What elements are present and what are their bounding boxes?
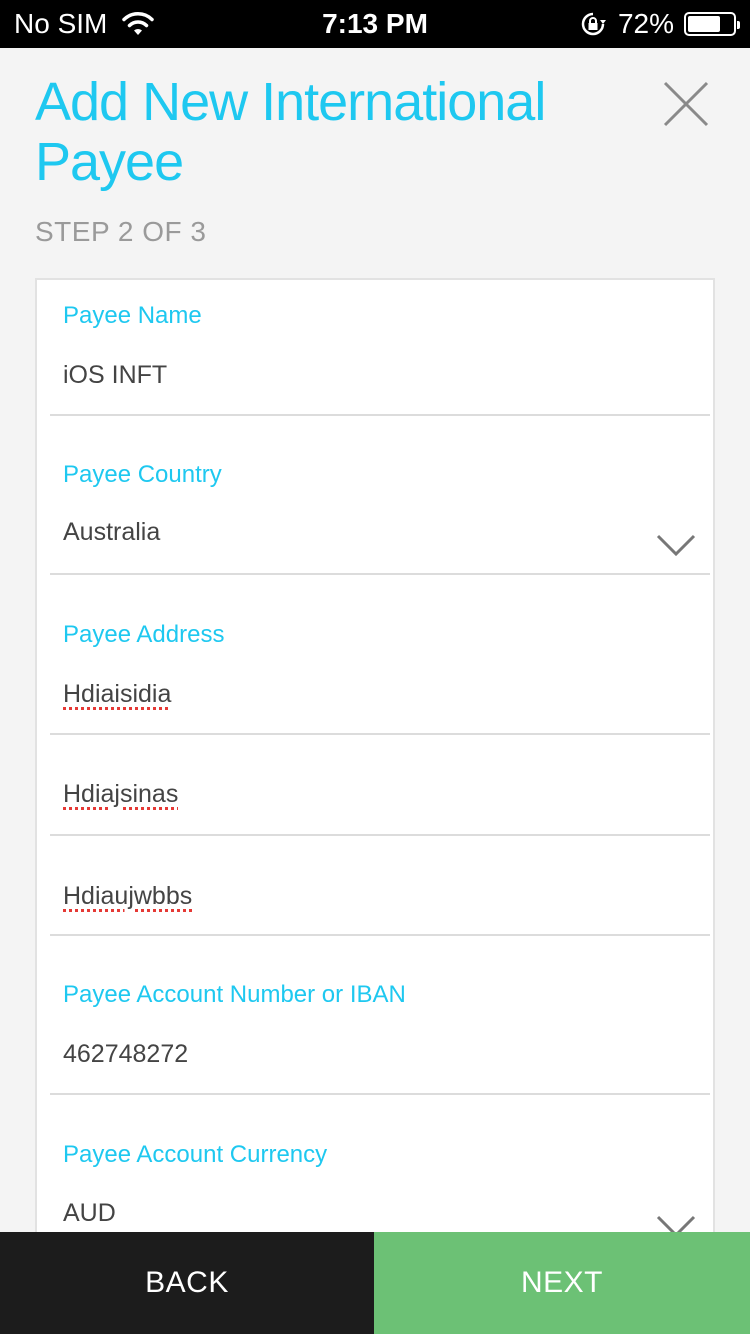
payee-address-line2-input[interactable]: Hdiajsinas [63, 780, 178, 809]
payee-name-input[interactable]: iOS INFT [63, 361, 167, 390]
payee-address-line1-field[interactable]: Payee Address Hdiaisidia [50, 578, 710, 738]
battery-fill [688, 16, 720, 32]
payee-account-currency-value[interactable]: AUD [63, 1199, 116, 1228]
payee-country-label: Payee Country [63, 461, 222, 488]
payee-name-label: Payee Name [63, 302, 202, 329]
divider [50, 834, 710, 836]
divider [50, 733, 710, 735]
payee-address-line1-input[interactable]: Hdiaisidia [63, 680, 171, 709]
divider [50, 414, 710, 416]
payee-account-currency-label: Payee Account Currency [63, 1141, 328, 1168]
address-line2-text: Hdiajsinas [63, 780, 179, 808]
status-right: 72% [580, 8, 740, 40]
payee-account-number-label: Payee Account Number or IBAN [63, 981, 406, 1008]
divider [50, 573, 710, 575]
payee-country-select[interactable]: Payee Country Australia [50, 418, 710, 578]
page-title: Add New International Payee [35, 72, 546, 192]
chevron-down-icon[interactable] [656, 534, 696, 556]
payee-address-label: Payee Address [63, 621, 225, 648]
close-icon[interactable] [662, 80, 710, 128]
next-button[interactable]: NEXT [374, 1232, 750, 1334]
rotation-lock-icon [581, 12, 606, 36]
battery-icon [684, 12, 740, 36]
divider [50, 1093, 710, 1095]
battery-percent: 72% [617, 8, 674, 39]
address-line1-text: Hdiaisidia [63, 680, 172, 708]
payee-form: Payee Name iOS INFT Payee Country Austra… [35, 278, 715, 1278]
status-bar: No SIM 7:13 PM 72% [0, 0, 750, 48]
address-line3-text: Hdiaujwbbs [63, 882, 193, 910]
step-indicator: STEP 2 OF 3 [35, 216, 207, 247]
payee-account-number-input[interactable]: 462748272 [63, 1040, 188, 1069]
payee-name-field[interactable]: Payee Name iOS INFT [50, 280, 710, 418]
payee-address-line2-field[interactable]: Hdiajsinas [50, 738, 710, 838]
back-button[interactable]: BACK [0, 1232, 374, 1334]
payee-address-line3-input[interactable]: Hdiaujwbbs [63, 882, 192, 911]
payee-account-number-field[interactable]: Payee Account Number or IBAN 462748272 [50, 938, 710, 1098]
payee-address-line3-field[interactable]: Hdiaujwbbs [50, 838, 710, 938]
bottom-action-bar: BACK NEXT [0, 1232, 750, 1334]
divider [50, 934, 710, 936]
payee-country-value[interactable]: Australia [63, 518, 160, 547]
